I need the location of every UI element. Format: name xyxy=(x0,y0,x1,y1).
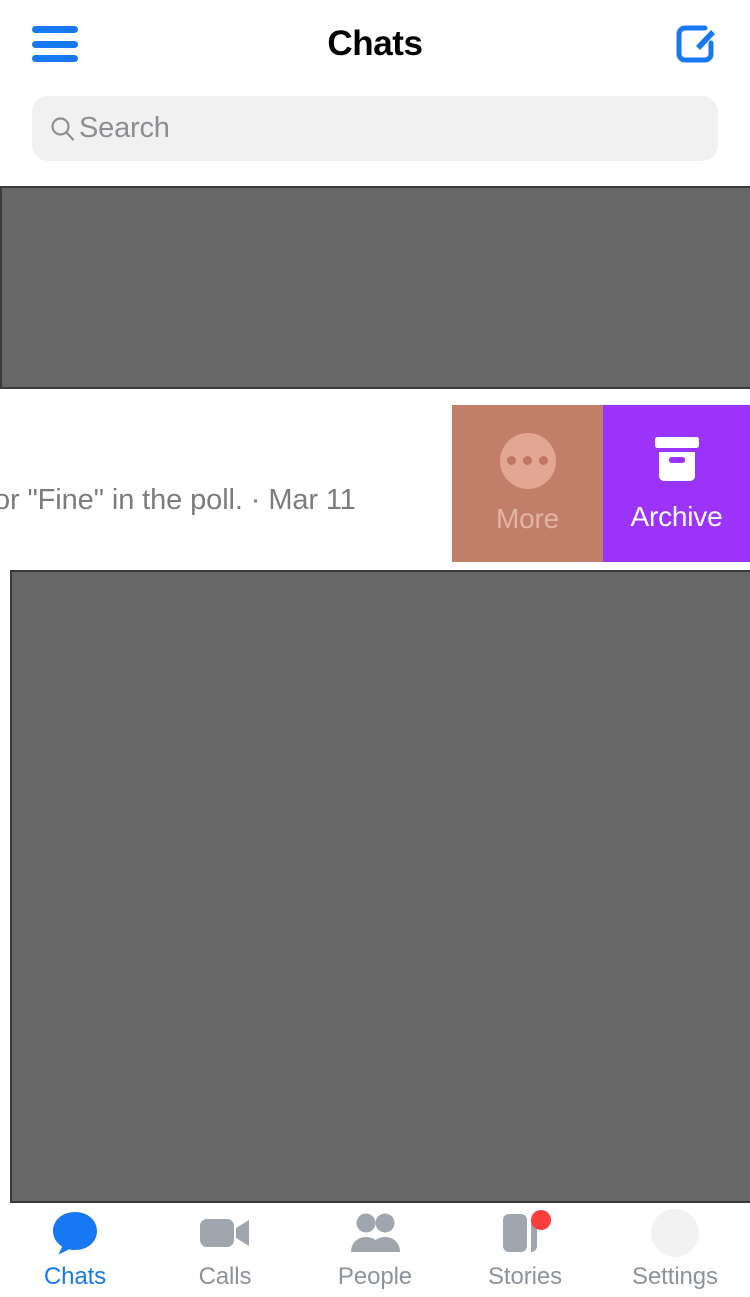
tab-calls[interactable]: Calls xyxy=(150,1209,300,1291)
avatar xyxy=(651,1209,699,1257)
search-bar[interactable]: Search xyxy=(32,96,718,161)
stories-cards-icon: • xyxy=(501,1209,551,1257)
video-camera-svg xyxy=(200,1219,249,1247)
ellipsis-circle-icon xyxy=(499,432,556,489)
chat-message-snippet: d for "Fine" in the poll. · Mar 11 xyxy=(0,484,356,516)
more-button[interactable]: More xyxy=(452,405,603,562)
video-camera-icon xyxy=(198,1209,252,1257)
archive-box-icon xyxy=(654,436,699,481)
page-title: Chats xyxy=(327,24,423,63)
ellipsis-dot xyxy=(539,456,548,465)
search-input[interactable]: Search xyxy=(79,112,170,145)
swipe-action-container: More Archive xyxy=(452,405,750,562)
hamburger-bar xyxy=(32,40,78,48)
hamburger-bar xyxy=(32,26,78,33)
tab-chats-label: Chats xyxy=(43,1263,107,1290)
redacted-content-block-top xyxy=(0,186,750,389)
chat-bubble-icon xyxy=(49,1209,101,1257)
chat-bubble-svg xyxy=(53,1212,97,1255)
avatar-icon xyxy=(651,1209,699,1257)
tab-people[interactable]: People xyxy=(300,1209,450,1291)
tab-stories-label: Stories xyxy=(488,1263,562,1290)
ellipsis-dot xyxy=(507,456,516,465)
more-button-label: More xyxy=(496,502,559,534)
tab-stories[interactable]: • Stories xyxy=(450,1209,600,1291)
hamburger-menu-icon[interactable] xyxy=(32,26,78,62)
search-icon xyxy=(51,116,75,141)
ellipsis-dot xyxy=(523,456,532,465)
compose-new-message-icon[interactable] xyxy=(672,21,718,67)
redacted-content-block-bottom xyxy=(10,570,750,1203)
bottom-tab-bar: Chats Calls People • xyxy=(0,1203,750,1297)
top-navigation-bar: Chats xyxy=(0,0,750,88)
stories-unread-badge: • xyxy=(531,1210,551,1230)
tab-chats[interactable]: Chats xyxy=(0,1209,150,1291)
archive-button[interactable]: Archive xyxy=(603,405,750,562)
tab-people-label: People xyxy=(337,1263,413,1290)
compose-icon-svg xyxy=(676,25,715,63)
people-svg xyxy=(351,1213,400,1252)
people-icon xyxy=(347,1209,403,1257)
archive-button-label: Archive xyxy=(630,500,723,532)
tab-calls-label: Calls xyxy=(198,1263,252,1290)
tab-settings[interactable]: Settings xyxy=(600,1209,750,1291)
tab-settings-label: Settings xyxy=(632,1263,718,1290)
hamburger-bar xyxy=(32,55,78,62)
